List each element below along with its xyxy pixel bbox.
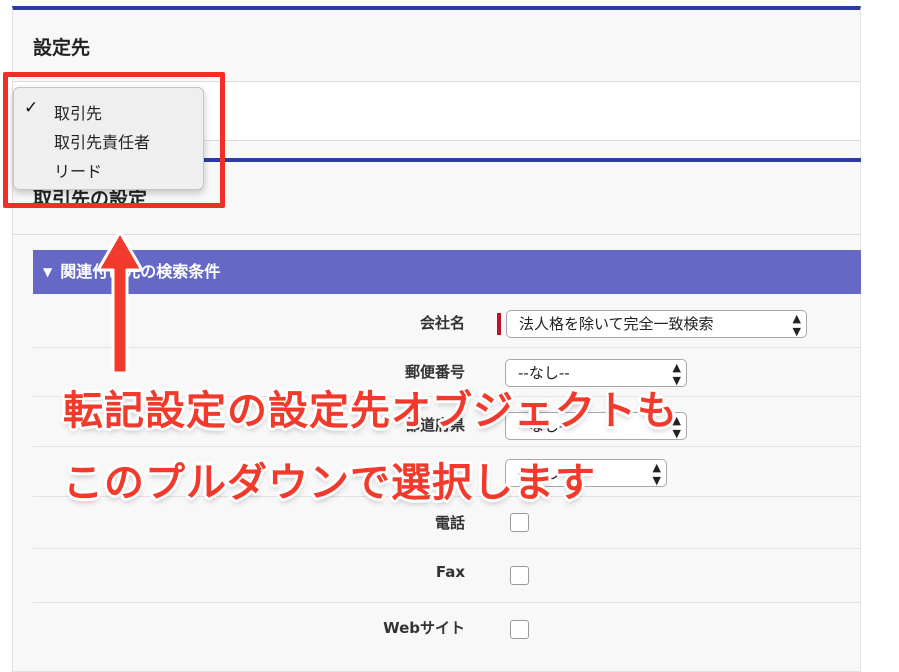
annotation-highlight-box bbox=[3, 72, 225, 208]
fax-label: Fax bbox=[435, 563, 465, 581]
required-indicator bbox=[497, 313, 501, 335]
annotation-arrow-icon bbox=[96, 230, 144, 375]
company-name-select-value: 法人格を除いて完全一致検索 bbox=[519, 315, 714, 333]
company-name-select[interactable]: 法人格を除いて完全一致検索 ▲ ▼ bbox=[506, 310, 807, 338]
annotation-text-line1: 転記設定の設定先オブジェクトも bbox=[63, 388, 678, 434]
row-divider bbox=[33, 548, 861, 549]
row-divider bbox=[33, 602, 861, 603]
collapse-triangle-icon: ▼ bbox=[43, 265, 53, 279]
website-label: Webサイト bbox=[383, 619, 465, 637]
row-divider bbox=[33, 446, 861, 447]
criteria-section-header[interactable]: ▼関連付け先の検索条件 bbox=[33, 250, 861, 294]
select-arrows-icon: ▲ ▼ bbox=[652, 461, 661, 487]
section-title-target: 設定先 bbox=[33, 37, 91, 59]
phone-label: 電話 bbox=[434, 514, 465, 532]
phone-checkbox[interactable] bbox=[510, 513, 529, 532]
row-divider bbox=[33, 347, 861, 348]
company-name-label: 会社名 bbox=[419, 314, 465, 332]
fax-checkbox[interactable] bbox=[510, 566, 529, 585]
annotation-text-line2: このプルダウンで選択します bbox=[63, 460, 596, 506]
website-checkbox[interactable] bbox=[510, 620, 529, 639]
select-arrows-icon: ▲ ▼ bbox=[792, 312, 801, 338]
